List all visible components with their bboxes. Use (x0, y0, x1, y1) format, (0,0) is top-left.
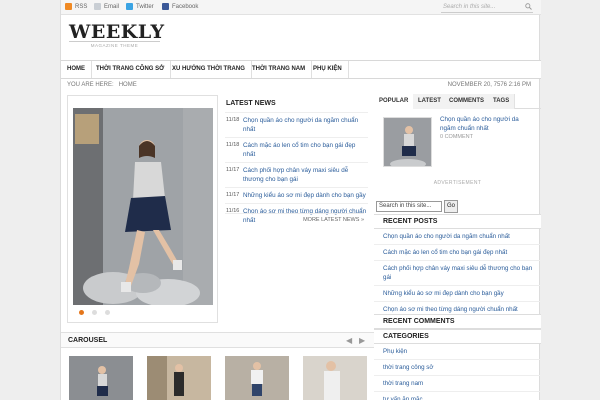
news-title[interactable]: Cách phối hợp chân váy maxi siêu dễ thươ… (243, 167, 348, 183)
list-item[interactable]: Cách phối hợp chân váy maxi siêu dễ thươ… (374, 261, 541, 286)
popular-post-thumbnail[interactable] (383, 117, 432, 167)
list-item[interactable]: Cách mặc áo len cổ tim cho bạn gái đẹp n… (374, 245, 541, 261)
news-date: 11/17 (226, 167, 240, 173)
site-logo[interactable]: WEEKLY (69, 21, 165, 43)
tab-popular[interactable]: POPULAR (374, 94, 415, 109)
carousel-header: CAROUSEL ◀ ▶ (61, 332, 374, 348)
advertisement-label: ADVERTISEMENT (433, 180, 482, 186)
list-item[interactable]: 11/17 Những kiểu áo sơ mi đẹp dành cho b… (225, 187, 368, 203)
recent-posts-list: Chọn quần áo cho người da ngăm chuẩn nhấ… (374, 229, 541, 318)
news-title[interactable]: Những kiểu áo sơ mi đẹp dành cho bạn gầy (243, 192, 366, 199)
slider-dot[interactable] (105, 310, 110, 315)
top-search-input[interactable]: Search in this site... (441, 2, 533, 13)
twitter-label: Twitter (136, 3, 154, 10)
breadcrumb-prefix: YOU ARE HERE: (67, 82, 114, 88)
list-item[interactable]: 11/18 Cách mặc áo len cổ tim cho bạn gái… (225, 137, 368, 162)
nav-item-thoi-trang-nam[interactable]: THỜI TRANG NAM (246, 61, 313, 78)
list-item[interactable]: Chọn quần áo cho người da ngăm chuẩn nhấ… (374, 229, 541, 245)
categories-list: Phụ kiện thời trang công sở thời trang n… (374, 344, 541, 400)
sidebar-search-input[interactable]: Search in this site... (376, 201, 442, 212)
news-title[interactable]: Chọn quần áo cho người da ngăm chuẩn nhấ… (243, 117, 358, 133)
latest-news-heading: LATEST NEWS (226, 100, 276, 107)
nav-item-home[interactable]: HOME (61, 61, 92, 78)
recent-posts-heading: RECENT POSTS (374, 214, 541, 229)
carousel-thumb[interactable] (69, 356, 133, 400)
rss-icon (65, 3, 72, 10)
top-search-placeholder: Search in this site... (443, 4, 496, 10)
nav-item-xu-huong-thoi-trang[interactable]: XU HƯỚNG THỜI TRANG (166, 61, 252, 78)
rss-link[interactable]: RSS (65, 3, 87, 10)
email-label: Email (104, 3, 120, 10)
featured-slider (67, 95, 218, 323)
carousel-thumb[interactable] (225, 356, 289, 400)
search-go-button[interactable]: Go (444, 200, 458, 213)
email-icon (94, 3, 101, 10)
facebook-label: Facebook (172, 3, 199, 10)
search-icon[interactable] (525, 3, 532, 10)
list-item[interactable]: 11/17 Cách phối hợp chân váy maxi siêu d… (225, 162, 368, 187)
news-title[interactable]: Cách mặc áo len cổ tim cho bạn gái đẹp n… (243, 142, 355, 158)
list-item[interactable]: tư vấn ăn mặc (374, 392, 541, 400)
recent-comments-heading: RECENT COMMENTS (374, 314, 541, 329)
facebook-link[interactable]: Facebook (162, 3, 198, 10)
categories-heading: CATEGORIES (374, 329, 541, 344)
nav-item-thoi-trang-cong-so[interactable]: THỜI TRANG CÔNG SỞ (90, 61, 172, 78)
news-date: 11/17 (226, 192, 240, 198)
slider-dot[interactable] (92, 310, 97, 315)
featured-image[interactable] (73, 108, 213, 305)
tab-tags[interactable]: TAGS (488, 94, 516, 109)
more-latest-news-link[interactable]: MORE LATEST NEWS » (225, 213, 364, 223)
email-link[interactable]: Email (94, 3, 119, 10)
popular-post-comments[interactable]: 0 COMMENT (440, 134, 473, 140)
carousel-prev-icon[interactable]: ◀ (346, 336, 352, 345)
facebook-icon (162, 3, 169, 10)
site-tagline: MAGAZINE THEME (69, 41, 160, 48)
news-date: 11/18 (226, 142, 240, 148)
top-bar: RSS Email Twitter Facebook Search in thi… (61, 0, 541, 15)
list-item[interactable]: 11/18 Chọn quần áo cho người da ngăm chu… (225, 112, 368, 137)
breadcrumb: YOU ARE HERE: HOME (67, 82, 137, 88)
latest-news-list: 11/18 Chọn quần áo cho người da ngăm chu… (225, 112, 368, 228)
nav-item-phu-kien[interactable]: PHỤ KIỆN (307, 61, 349, 78)
list-item[interactable]: thời trang công sở (374, 360, 541, 376)
current-date: NOVEMBER 20, 7576 2:16 PM (447, 82, 531, 88)
slider-dots (79, 310, 110, 315)
sidebar-tabs: POPULAR LATEST COMMENTS TAGS (374, 94, 541, 109)
carousel-next-icon[interactable]: ▶ (359, 336, 365, 345)
twitter-icon (126, 3, 133, 10)
slider-dot[interactable] (79, 310, 84, 315)
twitter-link[interactable]: Twitter (126, 3, 154, 10)
popular-post-title[interactable]: Chọn quần áo cho người da ngăm chuẩn nhấ… (440, 115, 536, 133)
tab-latest[interactable]: LATEST (413, 94, 447, 109)
page: RSS Email Twitter Facebook Search in thi… (60, 0, 541, 400)
main-nav: HOME THỜI TRANG CÔNG SỞ XU HƯỚNG THỜI TR… (61, 60, 541, 79)
news-date: 11/18 (226, 117, 240, 123)
list-item[interactable]: Phụ kiện (374, 344, 541, 360)
carousel-thumb[interactable] (303, 356, 367, 400)
rss-label: RSS (75, 3, 88, 10)
tab-comments[interactable]: COMMENTS (444, 94, 490, 109)
carousel-title: CAROUSEL (68, 337, 108, 344)
list-item[interactable]: thời trang nam (374, 376, 541, 392)
breadcrumb-home[interactable]: HOME (119, 82, 137, 88)
list-item[interactable]: Những kiểu áo sơ mi đẹp dành cho bạn gầy (374, 286, 541, 302)
carousel-thumb[interactable] (147, 356, 211, 400)
